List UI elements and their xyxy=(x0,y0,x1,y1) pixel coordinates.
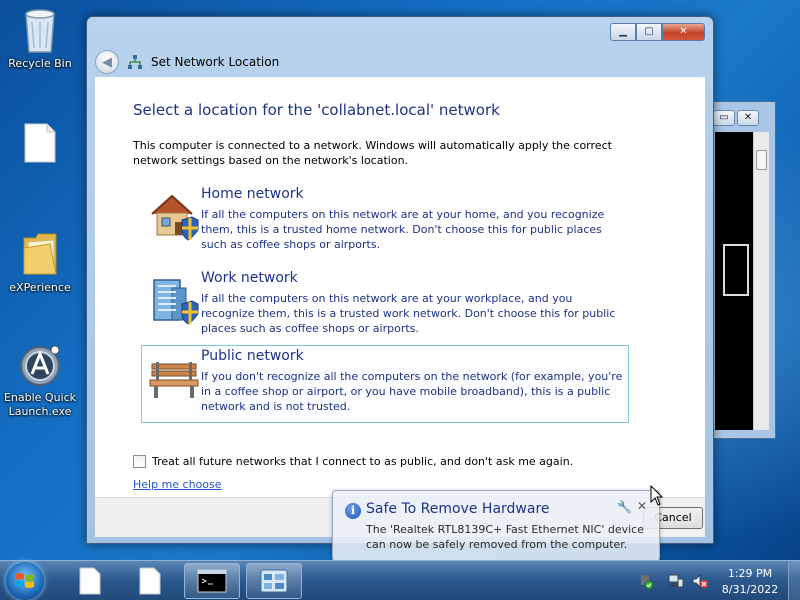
back-arrow-icon: ◀ xyxy=(102,54,112,70)
clock-date: 8/31/2022 xyxy=(721,583,779,596)
command-prompt-icon xyxy=(197,569,227,593)
checkbox-label[interactable]: Treat all future networks that I connect… xyxy=(152,455,573,468)
option-description: If all the computers on this network are… xyxy=(201,292,616,335)
console-scrollbar[interactable] xyxy=(753,132,769,430)
option-description: If all the computers on this network are… xyxy=(201,208,605,251)
wrench-options-icon[interactable]: 🔧 xyxy=(617,500,632,514)
console-close-button[interactable]: ✕ xyxy=(737,110,759,126)
close-button[interactable]: ✕ xyxy=(662,23,705,41)
notification-title: Safe To Remove Hardware xyxy=(366,501,550,517)
console-cursor-box xyxy=(723,244,749,296)
navigation-bar: ◀ Set Network Location xyxy=(95,47,705,77)
desktop-icon-experience-folder[interactable]: eXPerience xyxy=(0,232,80,295)
option-work-network[interactable]: Work network If all the computers on thi… xyxy=(141,267,629,345)
desktop-icon-label: Enable Quick Launch.exe xyxy=(3,391,77,418)
volume-muted-icon[interactable] xyxy=(692,573,708,589)
scrollbar-thumb[interactable] xyxy=(756,150,767,170)
option-home-network[interactable]: Home network If all the computers on thi… xyxy=(141,183,629,261)
recycle-bin-icon xyxy=(25,9,55,53)
option-title: Public network xyxy=(201,348,304,364)
taskbar-item-document-2[interactable] xyxy=(122,563,178,599)
network-status-icon[interactable] xyxy=(668,573,684,589)
taskbar-item-document-1[interactable] xyxy=(62,563,118,599)
clock-time: 1:29 PM xyxy=(727,567,773,580)
info-icon: i xyxy=(345,503,361,519)
option-title: Home network xyxy=(201,186,304,202)
taskbar: 1:29 PM 8/31/2022 xyxy=(0,560,800,600)
document-icon xyxy=(24,123,56,163)
dialog-content: Select a location for the 'collabnet.loc… xyxy=(95,77,705,497)
mouse-pointer-icon xyxy=(650,485,664,506)
set-network-location-window: ▁ ▢ ✕ ◀ Set Network Location Select a lo… xyxy=(86,16,714,544)
notification-message: The 'Realtek RTL8139C+ Fast Ethernet NIC… xyxy=(366,523,645,551)
page-heading: Select a location for the 'collabnet.loc… xyxy=(133,101,500,119)
work-network-icon xyxy=(153,279,199,325)
treat-as-public-checkbox-row[interactable]: Treat all future networks that I connect… xyxy=(133,455,573,468)
desktop-icon-label: Recycle Bin xyxy=(8,57,72,70)
safely-remove-hardware-icon[interactable] xyxy=(638,573,654,589)
document-icon xyxy=(79,567,101,595)
taskbar-clock[interactable]: 1:29 PM 8/31/2022 xyxy=(712,566,788,598)
minimize-button[interactable]: ▁ xyxy=(610,23,636,41)
network-icon xyxy=(128,55,142,69)
public-network-bench-icon xyxy=(149,362,199,398)
window-title: Set Network Location xyxy=(151,55,280,69)
desktop-icon-document[interactable] xyxy=(0,122,80,167)
desktop-icon-label: eXPerience xyxy=(9,281,71,294)
notification-balloon[interactable]: i Safe To Remove Hardware 🔧 ✕ The 'Realt… xyxy=(332,490,660,574)
notification-close-icon[interactable]: ✕ xyxy=(637,499,647,513)
option-description: If you don't recognize all the computers… xyxy=(201,370,623,413)
console-screen xyxy=(715,132,753,430)
home-network-icon xyxy=(151,194,199,241)
back-button[interactable]: ◀ xyxy=(95,50,119,74)
network-settings-icon xyxy=(260,569,288,593)
option-public-network[interactable]: Public network If you don't recognize al… xyxy=(141,345,629,423)
option-title: Work network xyxy=(201,270,298,286)
folder-icon xyxy=(23,233,57,275)
console-restore-button[interactable]: ▭ xyxy=(713,110,735,126)
windows-logo-icon xyxy=(16,573,34,588)
treat-as-public-checkbox[interactable] xyxy=(133,455,146,468)
start-button[interactable] xyxy=(6,562,44,600)
desktop-icon-enable-quick-launch[interactable]: Enable Quick Launch.exe xyxy=(0,344,80,419)
quick-launch-app-icon xyxy=(20,345,60,386)
desktop-icon-recycle-bin[interactable]: Recycle Bin xyxy=(0,8,80,71)
maximize-button[interactable]: ▢ xyxy=(636,23,662,41)
show-desktop-button[interactable] xyxy=(788,561,800,600)
help-me-choose-link[interactable]: Help me choose xyxy=(133,478,222,491)
document-icon xyxy=(139,567,161,595)
window-titlebar[interactable]: ▁ ▢ ✕ xyxy=(87,17,713,45)
taskbar-item-command-prompt[interactable] xyxy=(184,563,240,599)
intro-text: This computer is connected to a network.… xyxy=(133,139,612,167)
taskbar-item-network-location[interactable] xyxy=(246,563,302,599)
